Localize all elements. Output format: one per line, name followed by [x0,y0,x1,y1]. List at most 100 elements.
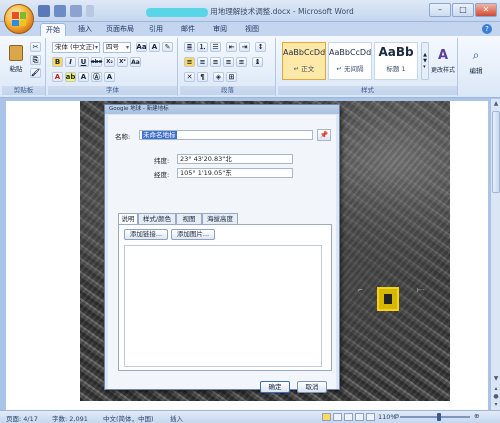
decrease-indent-icon[interactable]: ⇤ [226,42,237,52]
zoom-slider-thumb[interactable] [436,413,441,421]
tab-view[interactable]: 视图 [176,213,202,224]
vertical-scrollbar[interactable]: ▲ ▼ ▴ ● ▾ [490,99,500,410]
style-no-spacing[interactable]: AaBbCcDd ↵ 无间隔 [328,42,372,80]
chinese-layout-icon[interactable]: ✕ [184,72,195,82]
next-page-icon[interactable]: ▾ [492,401,500,409]
tab-review[interactable]: 审阅 [209,23,231,36]
character-shading-button[interactable]: A [78,72,89,82]
borders-icon[interactable]: ⊞ [226,72,237,82]
cancel-button[interactable]: 取消 [297,381,327,393]
shrink-font-icon[interactable]: A [149,42,160,52]
grow-font-icon[interactable]: Aa [136,42,147,52]
language-status[interactable]: 中文(简体，中国) [103,413,154,423]
placemark-pin-icon[interactable] [377,287,399,311]
sort-icon[interactable]: ↕ [255,42,266,52]
enclose-characters-button[interactable]: Ⓐ [91,72,102,82]
window-controls: – □ ✕ [429,3,497,17]
print-layout-view-icon[interactable] [322,413,331,421]
tab-page-layout[interactable]: 页面布局 [103,23,137,36]
style-heading-1[interactable]: AaBb 标题 1 [374,42,418,80]
shading-icon[interactable]: ◈ [213,72,224,82]
web-layout-view-icon[interactable] [344,413,353,421]
increase-indent-icon[interactable]: ⇥ [239,42,250,52]
cut-icon[interactable]: ✂ [30,42,41,52]
binoculars-icon: ⌕ [472,47,480,62]
insert-mode[interactable]: 插入 [170,413,183,423]
align-right-icon[interactable]: ≡ [210,57,221,67]
superscript-button[interactable]: X² [117,57,128,67]
justify-icon[interactable]: ≡ [223,57,234,67]
subscript-button[interactable]: X₂ [104,57,115,67]
placemark-icon-button[interactable]: 📌 [317,129,331,141]
font-name-combo[interactable]: 宋体 (中文正) [52,42,100,53]
paragraph-group: ≣ ⒈ ☰ ⇤ ⇥ ↕ ≡ ≡ ≡ ≡ ≡ ↨ ✕ ¶ ◈ ⊞ 段落 [180,38,276,96]
clear-format-icon[interactable]: ✎ [162,42,173,52]
tab-references[interactable]: 引用 [145,23,167,36]
editing-button[interactable]: ⌕ 编辑 [464,42,488,80]
tab-style-color[interactable]: 样式/颜色 [138,213,176,224]
minimize-button[interactable]: – [429,3,451,17]
ok-button[interactable]: 确定 [260,381,290,393]
zoom-in-icon[interactable]: ⊕ [474,412,479,420]
help-icon[interactable]: ? [482,24,492,34]
zoom-out-icon[interactable]: ⊖ [394,412,399,420]
underline-button[interactable]: U [78,57,89,67]
style-heading-1-sample: AaBb [378,45,414,59]
add-image-button[interactable]: 添加图片... [171,229,215,240]
tab-mailings[interactable]: 邮件 [177,23,199,36]
font-color-button[interactable]: A [52,72,63,82]
clipboard-group: 粘贴 ✂ ⎘ 🖌 剪贴板 [2,38,46,96]
longitude-label: 经度: [154,171,170,179]
add-link-button[interactable]: 添加链接... [124,229,168,240]
bullets-icon[interactable]: ≣ [184,42,195,52]
change-case-button[interactable]: Aa [130,57,141,67]
scroll-up-icon[interactable]: ▲ [492,100,500,108]
align-center-icon[interactable]: ≡ [197,57,208,67]
style-normal[interactable]: AaBbCcDd ↵ 正文 [282,42,326,80]
word-count[interactable]: 字数: 2,091 [52,413,88,423]
editing-group: ⌕ 编辑 [460,38,492,96]
align-left-icon[interactable]: ≡ [184,57,195,67]
full-screen-view-icon[interactable] [333,413,342,421]
previous-page-icon[interactable]: ▴ [492,385,500,393]
office-logo-icon [12,12,26,26]
italic-button[interactable]: I [65,57,76,67]
tab-insert[interactable]: 插入 [74,23,96,36]
tab-altitude[interactable]: 海拔高度 [202,213,238,224]
change-styles-button[interactable]: A 更改样式 [430,42,456,80]
format-painter-icon[interactable]: 🖌 [30,68,41,78]
highlight-button[interactable]: ab [65,72,76,82]
tab-view[interactable]: 视图 [241,23,263,36]
latitude-field[interactable]: 23° 43'20.83"北 [177,154,293,164]
draft-view-icon[interactable] [366,413,375,421]
zoom-slider[interactable] [400,413,470,421]
scroll-thumb[interactable] [492,111,500,193]
bold-button[interactable]: B [52,57,63,67]
strikethrough-button[interactable]: abe [91,57,102,67]
tab-home[interactable]: 开始 [40,23,66,36]
office-button[interactable] [4,4,34,34]
outline-view-icon[interactable] [355,413,364,421]
character-border-button[interactable]: A [104,72,115,82]
font-group-label: 字体 [48,86,177,95]
distributed-icon[interactable]: ≡ [236,57,247,67]
multilevel-list-icon[interactable]: ☰ [210,42,221,52]
numbering-icon[interactable]: ⒈ [197,42,208,52]
font-size-combo[interactable]: 四号 [103,42,131,53]
editing-label: 编辑 [469,66,483,75]
description-textarea[interactable] [124,245,322,367]
maximize-button[interactable]: □ [452,3,474,17]
clipboard-group-label: 剪贴板 [2,86,45,95]
styles-scroll[interactable]: ▲ ▼ ▾ [421,42,429,80]
name-field[interactable]: 未命名地标 [139,130,313,140]
show-marks-icon[interactable]: ¶ [197,72,208,82]
paste-button[interactable]: 粘贴 [6,42,26,76]
page-count[interactable]: 页面: 4/17 [6,413,38,423]
line-spacing-icon[interactable]: ↨ [252,57,263,67]
select-browse-object-icon[interactable]: ● [492,393,500,401]
copy-icon[interactable]: ⎘ [30,55,41,65]
map-label-right: ⊢· [417,287,425,294]
longitude-field[interactable]: 105° 1'19.05"东 [177,168,293,178]
scroll-down-icon[interactable]: ▼ [492,375,500,383]
close-button[interactable]: ✕ [475,3,497,17]
